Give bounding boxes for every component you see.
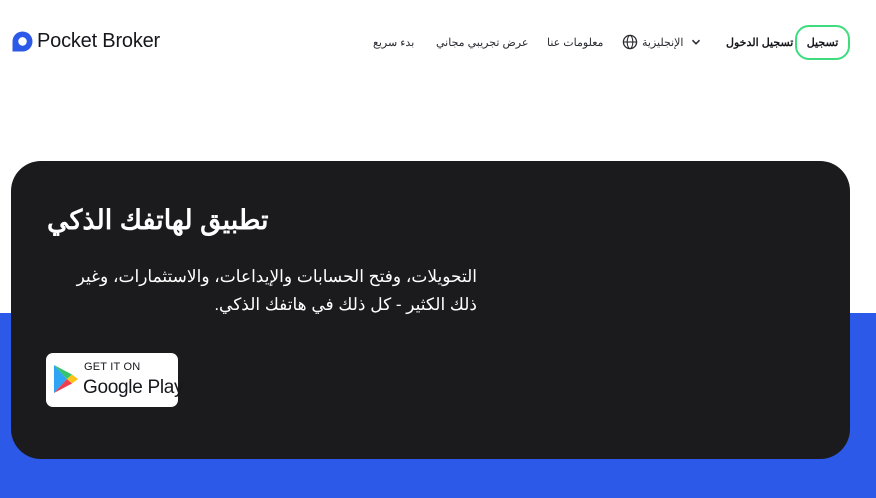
store-badge-name: Google Play <box>83 377 184 398</box>
nav-about[interactable]: معلومات عنا <box>547 30 603 54</box>
card-description: التحويلات، وفتح الحسابات والإيداعات، وال… <box>76 267 477 314</box>
nav-quick-start[interactable]: بدء سريع <box>373 30 414 54</box>
card-title: تطبيق لهاتفك الذكي <box>47 205 269 235</box>
chevron-down-icon <box>692 39 701 45</box>
page: Pocket Broker بدء سريع عرض تجريبي مجاني … <box>0 0 876 498</box>
google-play-button[interactable]: GET IT ON Google Play <box>46 353 184 407</box>
google-play-icon <box>54 365 78 393</box>
brand-logo[interactable]: Pocket Broker <box>12 30 160 53</box>
language-label: الإنجليزية <box>642 36 684 49</box>
signup-button[interactable]: تسجيل <box>795 25 850 60</box>
store-badge-caption: GET IT ON <box>84 361 141 373</box>
login-link[interactable]: تسجيل الدخول <box>726 30 793 54</box>
nav-free-demo[interactable]: عرض تجريبي مجاني <box>436 30 528 54</box>
mobile-app-card: تطبيق لهاتفك الذكي التحويلات، وفتح الحسا… <box>11 161 850 459</box>
pocket-broker-logo-icon <box>12 31 33 52</box>
globe-icon <box>622 34 638 50</box>
language-selector[interactable]: الإنجليزية <box>622 30 701 54</box>
brand-name: Pocket Broker <box>37 30 161 52</box>
